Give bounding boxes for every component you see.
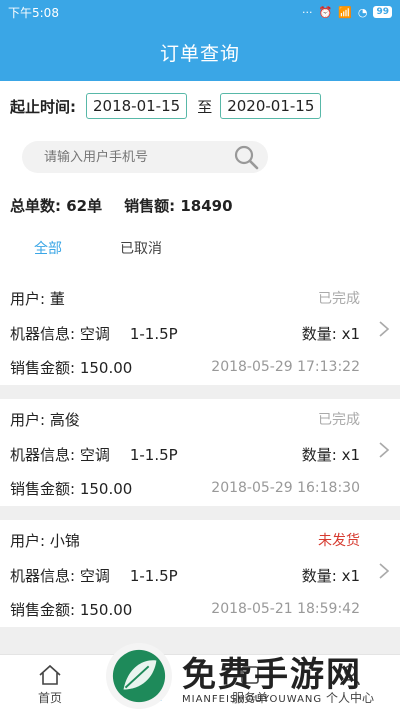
order-user: 用户: 小锦: [10, 531, 80, 550]
order-status: 已完成: [318, 291, 360, 307]
page-title: 订单查询: [0, 24, 400, 81]
order-machine: 机器信息: 空调: [10, 324, 110, 343]
chevron-right-icon[interactable]: [378, 441, 390, 459]
order-model: 1-1.5P: [129, 445, 178, 464]
order-model: 1-1.5P: [129, 566, 178, 585]
leaf-logo-icon: [112, 649, 166, 702]
alarm-icon: ⏰: [318, 5, 333, 19]
order-user: 用户: 高俊: [10, 410, 80, 429]
status-bar: 下午5:08 ··· ⏰ 📶 ◔ 99: [0, 0, 400, 24]
watermark-title: 免费手游网: [182, 654, 362, 695]
order-card[interactable]: 用户: 高俊 已完成 机器信息: 空调 1-1.5P 数量: x1 销售金额: 150…: [0, 399, 400, 506]
chevron-right-icon[interactable]: [378, 562, 390, 580]
order-amount: 销售金额: 150.00: [10, 600, 133, 619]
tab-cancelled[interactable]: 已取消: [120, 238, 162, 260]
nav-home[interactable]: 首页: [0, 655, 100, 713]
order-user: 用户: 董: [10, 289, 65, 308]
search-icon[interactable]: [232, 143, 260, 171]
order-model: 1-1.5P: [129, 324, 178, 343]
end-date-field[interactable]: 2020-01-15: [220, 93, 322, 119]
battery-icon: 99: [373, 6, 392, 18]
date-separator: 至: [197, 97, 213, 116]
order-card[interactable]: 用户: 小锦 未发货 机器信息: 空调 1-1.5P 数量: x1 销售金额: 150…: [0, 520, 400, 627]
status-icons: ··· ⏰ 📶 ◔ 99: [302, 6, 392, 19]
signal-icon: 📶: [338, 5, 352, 19]
order-time: 2018-05-29 16:18:30: [211, 480, 360, 496]
order-time: 2018-05-29 17:13:22: [211, 359, 360, 375]
order-qty: 数量: x1: [301, 566, 360, 585]
order-status: 已完成: [318, 412, 360, 428]
summary-row: 总单数: 62单 销售额: 18490: [0, 183, 400, 227]
order-tabs: 全部 已取消: [0, 227, 400, 271]
order-qty: 数量: x1: [301, 445, 360, 464]
search-input[interactable]: [44, 149, 214, 165]
order-qty: 数量: x1: [301, 324, 360, 343]
search-box: [22, 141, 268, 173]
search-row: [0, 131, 400, 183]
order-machine: 机器信息: 空调: [10, 445, 110, 464]
order-card[interactable]: 用户: 董 已完成 机器信息: 空调 1-1.5P 数量: x1 销售金额: 150.…: [0, 278, 400, 385]
nav-home-label: 首页: [37, 690, 62, 705]
order-list: 用户: 董已完成 机器信息: 空调 1-1.5P 数量: x1 销售金额: 150.…: [0, 278, 400, 654]
home-icon: [39, 664, 61, 685]
order-time: 2018-05-21 18:59:42: [211, 601, 360, 617]
more-dots-icon: ···: [301, 5, 313, 19]
sales-total: 销售额: 18490: [124, 196, 233, 215]
total-orders: 总单数: 62单: [10, 196, 103, 215]
date-range-label: 起止时间:: [10, 97, 76, 116]
status-time: 下午5:08: [8, 5, 59, 20]
watermark: 免费手游网 MIANFEISHOUYOUWANG: [106, 638, 396, 713]
wifi-icon: ◔: [357, 5, 368, 19]
order-status: 未发货: [318, 533, 360, 549]
order-amount: 销售金额: 150.00: [10, 358, 133, 377]
chevron-right-icon[interactable]: [378, 320, 390, 338]
start-date-field[interactable]: 2018-01-15: [86, 93, 188, 119]
tab-all[interactable]: 全部: [34, 238, 62, 260]
order-amount: 销售金额: 150.00: [10, 479, 133, 498]
filter-panel: 起止时间: 2018-01-15 至 2020-01-15 总单数: 62单 销…: [0, 81, 400, 281]
watermark-text: 免费手游网 MIANFEISHOUYOUWANG: [182, 647, 362, 705]
watermark-logo: [106, 642, 172, 709]
date-range-row: 起止时间: 2018-01-15 至 2020-01-15: [0, 81, 400, 131]
order-machine: 机器信息: 空调: [10, 566, 110, 585]
